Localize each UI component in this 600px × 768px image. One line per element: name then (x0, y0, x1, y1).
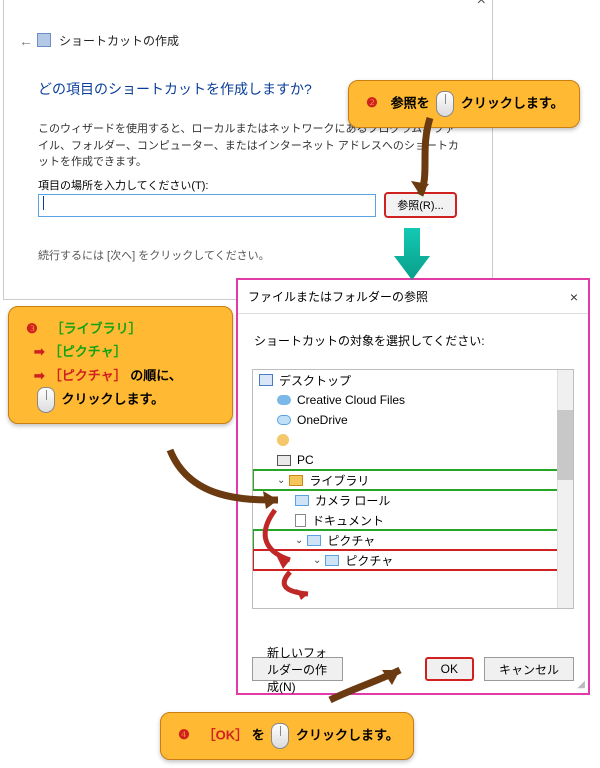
dialog-titlebar: ファイルまたはフォルダーの参照 × (238, 280, 588, 314)
cancel-button[interactable]: キャンセル (484, 657, 574, 681)
location-label: 項目の場所を入力してください(T): (38, 177, 208, 193)
pictures-icon (325, 555, 339, 566)
scrollbar-vertical[interactable] (557, 370, 573, 608)
tree-label: ピクチャ (327, 532, 375, 549)
close-icon[interactable]: × (477, 0, 486, 9)
close-icon[interactable]: × (570, 289, 578, 305)
resize-grip-icon[interactable]: ◢ (577, 679, 585, 690)
callout-text: クリックします。 (461, 95, 564, 110)
dialog-title: ファイルまたはフォルダーの参照 (248, 288, 428, 305)
browse-dialog: ファイルまたはフォルダーの参照 × ショートカットの対象を選択してください: デ… (236, 278, 590, 695)
chevron-down-icon[interactable]: ⌄ (277, 475, 285, 486)
tree-label: ピクチャ (345, 552, 393, 569)
window-title: ショートカットの作成 (59, 32, 179, 49)
tree-node-pictures-sub[interactable]: ⌄ ピクチャ (253, 550, 573, 570)
callout-text: ［ピクチャ］ (49, 344, 127, 359)
tree-label: Creative Cloud Files (297, 393, 405, 407)
user-icon (277, 434, 289, 446)
onedrive-icon (277, 415, 291, 425)
chevron-down-icon[interactable]: ⌄ (313, 555, 321, 566)
pictures-icon (307, 535, 321, 546)
tree-node-documents[interactable]: ドキュメント (253, 510, 573, 530)
tree-label: デスクトップ (279, 372, 351, 389)
libraries-icon (289, 475, 303, 486)
next-hint: 続行するには [次へ] をクリックしてください。 (38, 247, 270, 263)
callout-text: を (252, 727, 265, 742)
callout-step4: ❹ ［OK］ を クリックします。 (160, 712, 414, 760)
callout-text: ［ライブラリ］ (51, 321, 142, 336)
tree-node-ccfiles[interactable]: Creative Cloud Files (253, 390, 573, 410)
callout-text: ［OK］ (203, 727, 249, 742)
callout-step3: ❸ ［ライブラリ］ ➡［ピクチャ］ ➡［ピクチャ］ の順に、 クリックします。 (8, 306, 233, 424)
step-number: ❸ (23, 320, 41, 338)
shortcut-icon (37, 33, 51, 47)
tree-label: ドキュメント (312, 512, 384, 529)
location-input[interactable] (38, 194, 376, 217)
tree-node-cameraroll[interactable]: カメラ ロール (253, 490, 573, 510)
new-folder-button[interactable]: 新しいフォルダーの作成(N) (252, 657, 343, 681)
chevron-down-icon[interactable]: ⌄ (295, 535, 303, 546)
pc-icon (277, 455, 291, 466)
tree-label: OneDrive (297, 413, 348, 427)
callout-text: クリックします。 (296, 727, 399, 742)
browse-button[interactable]: 参照(R)... (384, 192, 457, 218)
back-icon[interactable]: ← (19, 33, 33, 49)
mouse-icon (436, 91, 454, 117)
wizard-heading: どの項目のショートカットを作成しますか? (38, 79, 312, 99)
tree-node-pc[interactable]: PC (253, 450, 573, 470)
tree-node-user[interactable] (253, 430, 573, 450)
desktop-icon (259, 374, 273, 386)
tree-node-libraries[interactable]: ⌄ ライブラリ (253, 470, 573, 490)
mouse-icon (37, 387, 55, 413)
step-number: ❹ (175, 726, 193, 744)
document-icon (295, 514, 306, 527)
ok-button[interactable]: OK (425, 657, 474, 681)
green-arrow-icon (392, 228, 432, 282)
folder-tree[interactable]: デスクトップ Creative Cloud Files OneDrive PC … (252, 369, 574, 609)
tree-node-onedrive[interactable]: OneDrive (253, 410, 573, 430)
dialog-instruction: ショートカットの対象を選択してください: (238, 314, 588, 359)
tree-node-pictures[interactable]: ⌄ ピクチャ (253, 530, 573, 550)
step-number: ❷ (363, 94, 381, 112)
callout-text: の順に、 (130, 368, 182, 383)
scrollbar-thumb[interactable] (557, 410, 573, 480)
callout-text: クリックします。 (61, 392, 164, 407)
mouse-icon (271, 723, 289, 749)
callout-step2: ❷ 参照を クリックします。 (348, 80, 580, 128)
tree-label: ライブラリ (309, 472, 369, 489)
tree-label: カメラ ロール (315, 492, 390, 509)
tree-node-desktop[interactable]: デスクトップ (253, 370, 573, 390)
callout-text: 参照を (391, 95, 430, 110)
tree-label: PC (297, 453, 314, 467)
cloud-icon (277, 395, 291, 405)
camera-icon (295, 495, 309, 506)
wizard-description: このウィザードを使用すると、ローカルまたはネットワークにあるプログラム、ファイル… (38, 121, 462, 171)
callout-text: ［ピクチャ］ (49, 368, 127, 383)
